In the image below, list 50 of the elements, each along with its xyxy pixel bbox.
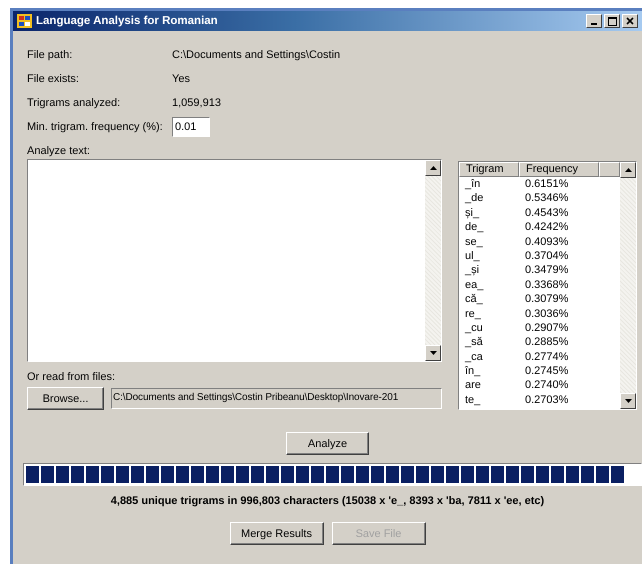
field-label: Trigrams analyzed: <box>27 97 122 109</box>
table-cell-text: te_ <box>464 392 482 408</box>
table-cell-text: 0.3036% <box>524 306 570 321</box>
column-header[interactable]: Frequency <box>519 162 599 177</box>
window-title: Language Analysis for Romanian <box>36 15 219 27</box>
field-label: File exists: <box>27 73 80 85</box>
table-cell-text: 0.2774% <box>524 350 570 364</box>
table-cell-text: în_ <box>464 364 482 378</box>
table-cell-text: ea_ <box>464 278 484 292</box>
table-cell-text: are <box>464 378 482 393</box>
table-cell-text: 0.3479% <box>524 263 570 278</box>
table-cell-text: și_ <box>464 206 480 220</box>
table-cell-text: 0.5346% <box>524 191 570 206</box>
table-cell-text: 0.4242% <box>524 220 570 235</box>
table-cell-text: 0.4093% <box>524 234 570 249</box>
browse-button[interactable]: Browse... <box>27 387 104 410</box>
action-button[interactable]: Merge Results <box>230 522 324 545</box>
field-label: Or read from files: <box>27 371 116 383</box>
table-cell-text: 0.3704% <box>524 248 570 264</box>
table-cell-text: _și <box>464 263 480 278</box>
table-cell-text: 0.2703% <box>524 392 570 408</box>
table-cell-text: 0.2740% <box>524 378 570 393</box>
table-cell-text: re_ <box>464 306 482 321</box>
table-cell-text: de_ <box>464 220 484 235</box>
table-cell-text: că_ <box>464 292 484 307</box>
path-field[interactable]: C:\Documents and Settings\Costin Pribeanu\Desktop\Inovare-201 <box>111 388 442 409</box>
table-cell-text: 0.4543% <box>524 206 570 220</box>
field-value: C:\Documents and Settings\Costin <box>172 49 340 61</box>
table-cell-text: 0.6151% <box>524 177 570 192</box>
table-cell-text: 0.2885% <box>524 335 570 350</box>
table-cell-text: ul_ <box>464 248 481 264</box>
field-value: 1,059,913 <box>172 97 221 109</box>
table-cell-text: _să <box>464 335 484 350</box>
field-label: Min. trigram. frequency (%): <box>27 121 164 133</box>
table-cell-text: se_ <box>464 234 484 249</box>
table-cell-text: 0.2907% <box>524 320 570 336</box>
field-label: File path: <box>27 49 74 61</box>
table-cell-text: _în <box>464 177 482 192</box>
column-header[interactable]: Trigram <box>459 162 519 177</box>
table-cell-text: 0.2745% <box>524 364 570 378</box>
summary-text: 4,885 unique trigrams in 996,803 characters (15038 x 'e_, 8393 x 'ba, 7811 x 'ee, etc) <box>110 495 546 507</box>
field-label: Analyze text: <box>27 145 91 157</box>
field-value: Yes <box>172 73 190 85</box>
table-cell-text: _cu <box>464 320 484 336</box>
frequency-input[interactable]: 0.01 <box>172 117 210 137</box>
analyze-button[interactable]: Analyze <box>286 432 369 455</box>
table-cell-text: 0.3079% <box>524 292 570 307</box>
table-cell-text: _de <box>464 191 484 206</box>
table-cell-text: _ca <box>464 350 484 364</box>
table-cell-text: 0.3368% <box>524 278 570 292</box>
